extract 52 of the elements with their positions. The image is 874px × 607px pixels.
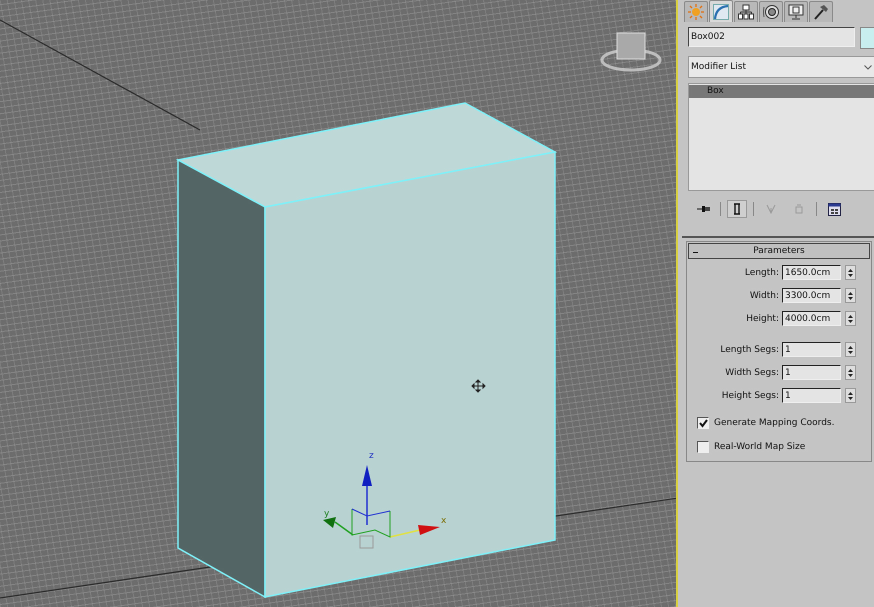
axis-label: z bbox=[369, 451, 374, 461]
spinner-arrows-icon bbox=[848, 268, 853, 278]
hammer-icon bbox=[813, 4, 829, 20]
stack-item[interactable]: Box bbox=[689, 85, 874, 98]
color-swatch[interactable] bbox=[860, 27, 874, 49]
box-object[interactable] bbox=[176, 102, 558, 598]
object-name-field[interactable]: Box002 bbox=[688, 27, 855, 47]
sun-icon bbox=[688, 4, 704, 20]
field-label: Width Segs: bbox=[724, 368, 780, 378]
field-label: Width: bbox=[748, 290, 780, 300]
spinner-arrows-icon bbox=[848, 344, 853, 354]
number-field[interactable]: 1 bbox=[782, 342, 841, 357]
motion-icon bbox=[763, 4, 779, 20]
modifier-list-dropdown[interactable]: Modifier List bbox=[688, 56, 874, 78]
number-field[interactable]: 3300.0cm bbox=[782, 288, 841, 303]
spinner-button[interactable] bbox=[845, 288, 856, 303]
field-label: Height: bbox=[745, 314, 780, 324]
checkbox[interactable] bbox=[697, 441, 709, 453]
command-tab[interactable] bbox=[809, 1, 833, 22]
spinner-button[interactable] bbox=[845, 311, 856, 326]
number-field[interactable]: 1 bbox=[782, 388, 841, 403]
monitor-icon bbox=[788, 4, 804, 20]
checkbox[interactable] bbox=[697, 417, 709, 429]
spinner-arrows-icon bbox=[848, 290, 853, 300]
spinner-button[interactable] bbox=[845, 365, 856, 380]
spinner-arrows-icon bbox=[848, 390, 853, 400]
number-field[interactable]: 1650.0cm bbox=[782, 265, 841, 280]
hierarchy-icon bbox=[738, 4, 754, 20]
field-label: Length Segs: bbox=[719, 344, 780, 354]
spinner-button[interactable] bbox=[845, 342, 856, 357]
command-tab[interactable] bbox=[784, 1, 808, 22]
spinner-button[interactable] bbox=[845, 388, 856, 403]
number-field[interactable]: 4000.0cm bbox=[782, 311, 841, 326]
command-tab[interactable] bbox=[734, 1, 758, 22]
move-cursor-icon bbox=[471, 379, 486, 393]
spinner-arrows-icon bbox=[848, 368, 853, 378]
axis-label: y bbox=[324, 509, 330, 519]
axis-label: x bbox=[441, 516, 446, 526]
show-end-result-icon[interactable] bbox=[727, 200, 747, 218]
number-field[interactable]: 1 bbox=[782, 365, 841, 380]
caret-icon bbox=[864, 64, 872, 70]
field-label: Height Segs: bbox=[720, 390, 780, 400]
curve-icon bbox=[713, 4, 729, 20]
transform-gizmo[interactable] bbox=[323, 465, 440, 548]
command-tab[interactable] bbox=[759, 1, 783, 22]
spinner-button[interactable] bbox=[845, 265, 856, 280]
rollout-header[interactable]: Parameters bbox=[688, 243, 870, 259]
view-cube-icon[interactable] bbox=[600, 32, 662, 72]
spinner-arrows-icon bbox=[848, 314, 853, 324]
checkbox-label: Generate Mapping Coords. bbox=[714, 418, 834, 428]
field-label: Length: bbox=[744, 268, 780, 278]
checkbox-label: Real-World Map Size bbox=[714, 442, 806, 452]
